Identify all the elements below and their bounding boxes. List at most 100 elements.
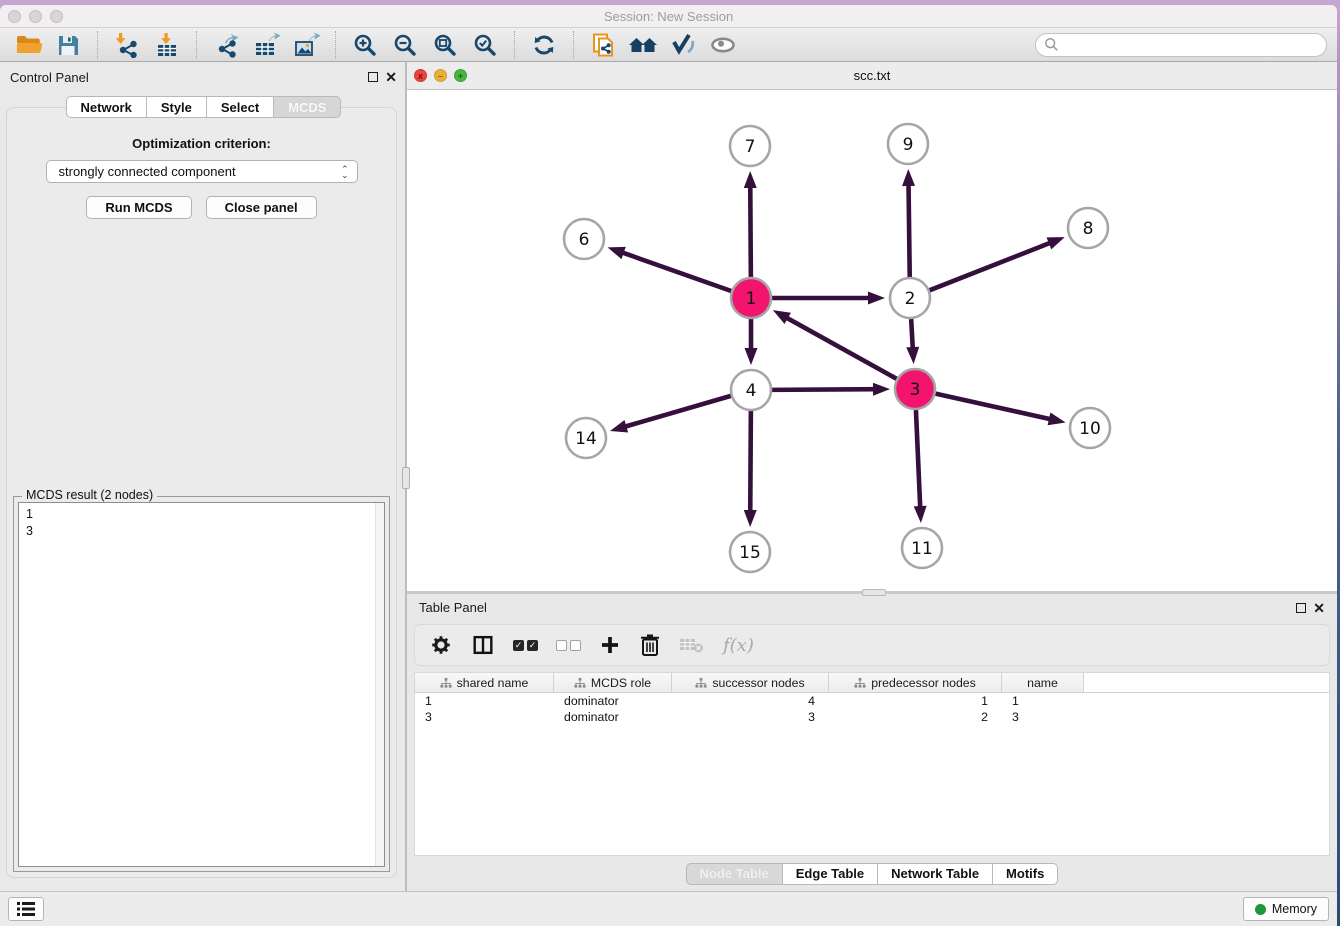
cell-shared-name[interactable]: 1 xyxy=(415,693,554,709)
session-title: Session: New Session xyxy=(0,9,1337,24)
graph-node-label: 4 xyxy=(746,381,757,401)
horizontal-splitter-grip[interactable] xyxy=(862,589,886,596)
table-tabs: Node TableEdge TableNetwork TableMotifs xyxy=(407,856,1337,891)
select-all-icon[interactable]: ✓✓ xyxy=(513,630,538,660)
style-check-icon[interactable] xyxy=(667,29,699,61)
memory-button[interactable]: Memory xyxy=(1243,897,1329,921)
graph-edge-2-8[interactable] xyxy=(930,242,1053,290)
task-history-button[interactable] xyxy=(8,897,44,921)
graph-node-label: 3 xyxy=(910,380,921,400)
graph-edge-2-3[interactable] xyxy=(911,319,913,351)
cell-predecessor-nodes[interactable]: 2 xyxy=(829,709,1002,725)
tab-edge-table[interactable]: Edge Table xyxy=(783,863,878,885)
tab-network[interactable]: Network xyxy=(66,96,147,118)
column-header-predecessor-nodes[interactable]: predecessor nodes xyxy=(829,673,1002,692)
memory-status-icon xyxy=(1255,904,1266,915)
refresh-icon[interactable] xyxy=(528,29,560,61)
toggle-column-view-icon[interactable] xyxy=(471,630,495,660)
result-scrollbar[interactable] xyxy=(375,503,384,866)
export-table-icon[interactable] xyxy=(250,29,282,61)
tab-mcds[interactable]: MCDS xyxy=(274,96,341,118)
column-header-mcds-role[interactable]: MCDS role xyxy=(554,673,672,692)
tab-node-table[interactable]: Node Table xyxy=(686,863,783,885)
save-session-icon[interactable] xyxy=(52,29,84,61)
table-panel: Table Panel ✕ ✓✓ xyxy=(407,594,1337,891)
graph-edge-2-9[interactable] xyxy=(908,182,909,277)
search-box[interactable] xyxy=(1035,33,1327,57)
graph-edge-4-14[interactable] xyxy=(622,396,730,428)
import-table-icon[interactable] xyxy=(151,29,183,61)
zoom-out-icon[interactable] xyxy=(389,29,421,61)
mcds-result-text[interactable]: 13 xyxy=(18,502,385,867)
run-mcds-button[interactable]: Run MCDS xyxy=(86,196,191,219)
float-panel-icon[interactable] xyxy=(368,72,378,82)
float-table-panel-icon[interactable] xyxy=(1296,603,1306,613)
cell-successor-nodes[interactable]: 3 xyxy=(672,709,829,725)
delete-column-trash-icon[interactable] xyxy=(639,630,661,660)
attribute-icon xyxy=(574,677,586,689)
edge-arrowhead xyxy=(1047,237,1065,249)
table-panel-title: Table Panel xyxy=(419,600,487,615)
cell-successor-nodes[interactable]: 4 xyxy=(672,693,829,709)
cell-shared-name[interactable]: 3 xyxy=(415,709,554,725)
table-row[interactable]: 3dominator323 xyxy=(415,709,1329,725)
cell-predecessor-nodes[interactable]: 1 xyxy=(829,693,1002,709)
column-header-shared-name[interactable]: shared name xyxy=(415,673,554,692)
network-canvas[interactable]: 7968124314101511 xyxy=(407,90,1337,591)
close-panel-icon[interactable]: ✕ xyxy=(385,72,397,82)
add-column-icon[interactable] xyxy=(599,630,621,660)
list-icon xyxy=(16,901,36,917)
panel-splitter-grip[interactable] xyxy=(402,467,410,489)
edge-arrowhead xyxy=(610,420,628,432)
export-image-icon[interactable] xyxy=(290,29,322,61)
graph-edge-3-11[interactable] xyxy=(916,410,920,510)
cell-name[interactable]: 1 xyxy=(1002,693,1084,709)
criterion-dropdown[interactable]: strongly connected component ⌃⌄ xyxy=(46,160,358,183)
close-panel-button[interactable]: Close panel xyxy=(206,196,317,219)
deselect-all-icon[interactable] xyxy=(556,630,581,660)
open-file-icon[interactable] xyxy=(12,29,44,61)
tab-motifs[interactable]: Motifs xyxy=(993,863,1058,885)
graph-edge-3-1[interactable] xyxy=(784,316,896,378)
edge-arrowhead xyxy=(1048,413,1066,426)
table-settings-gear-icon[interactable] xyxy=(429,630,453,660)
control-panel-title: Control Panel xyxy=(10,70,89,85)
zoom-selected-icon[interactable] xyxy=(469,29,501,61)
cell-mcds-role[interactable]: dominator xyxy=(554,709,672,725)
zoom-fit-icon[interactable] xyxy=(429,29,461,61)
eye-icon[interactable] xyxy=(707,29,739,61)
graph-edge-1-7[interactable] xyxy=(750,184,751,277)
table-row[interactable]: 1dominator411 xyxy=(415,693,1329,709)
graph-edge-4-3[interactable] xyxy=(772,389,877,390)
edge-arrowhead xyxy=(914,506,927,523)
column-label: name xyxy=(1027,676,1058,690)
toolbar-separator xyxy=(335,31,336,59)
tab-select[interactable]: Select xyxy=(207,96,274,118)
export-network-icon[interactable] xyxy=(210,29,242,61)
cell-mcds-role[interactable]: dominator xyxy=(554,693,672,709)
edge-arrowhead xyxy=(902,169,915,186)
edge-arrowhead xyxy=(868,292,885,305)
clone-network-icon[interactable] xyxy=(587,29,619,61)
search-input[interactable] xyxy=(1059,35,1326,55)
network-window: x – + scc.txt 7968124314101511 xyxy=(407,62,1337,591)
tab-network-table[interactable]: Network Table xyxy=(878,863,993,885)
graph-edge-4-15[interactable] xyxy=(750,411,751,514)
column-header-successor-nodes[interactable]: successor nodes xyxy=(672,673,829,692)
home-icon[interactable] xyxy=(627,29,659,61)
tab-style[interactable]: Style xyxy=(147,96,207,118)
graph-node-label: 6 xyxy=(579,230,590,250)
cell-name[interactable]: 3 xyxy=(1002,709,1084,725)
import-network-icon[interactable] xyxy=(111,29,143,61)
search-icon xyxy=(1044,37,1059,52)
close-table-panel-icon[interactable]: ✕ xyxy=(1313,603,1325,613)
graph-edge-1-6[interactable] xyxy=(620,252,731,291)
mcds-panel: Optimization criterion: strongly connect… xyxy=(6,107,397,878)
edge-arrowhead xyxy=(744,510,757,527)
delete-table-icon[interactable] xyxy=(679,630,705,660)
function-builder-icon[interactable]: f(x) xyxy=(723,630,754,660)
mcds-result-title: MCDS result (2 nodes) xyxy=(22,488,157,502)
zoom-in-icon[interactable] xyxy=(349,29,381,61)
graph-edge-3-10[interactable] xyxy=(935,394,1052,420)
column-header-name[interactable]: name xyxy=(1002,673,1084,692)
